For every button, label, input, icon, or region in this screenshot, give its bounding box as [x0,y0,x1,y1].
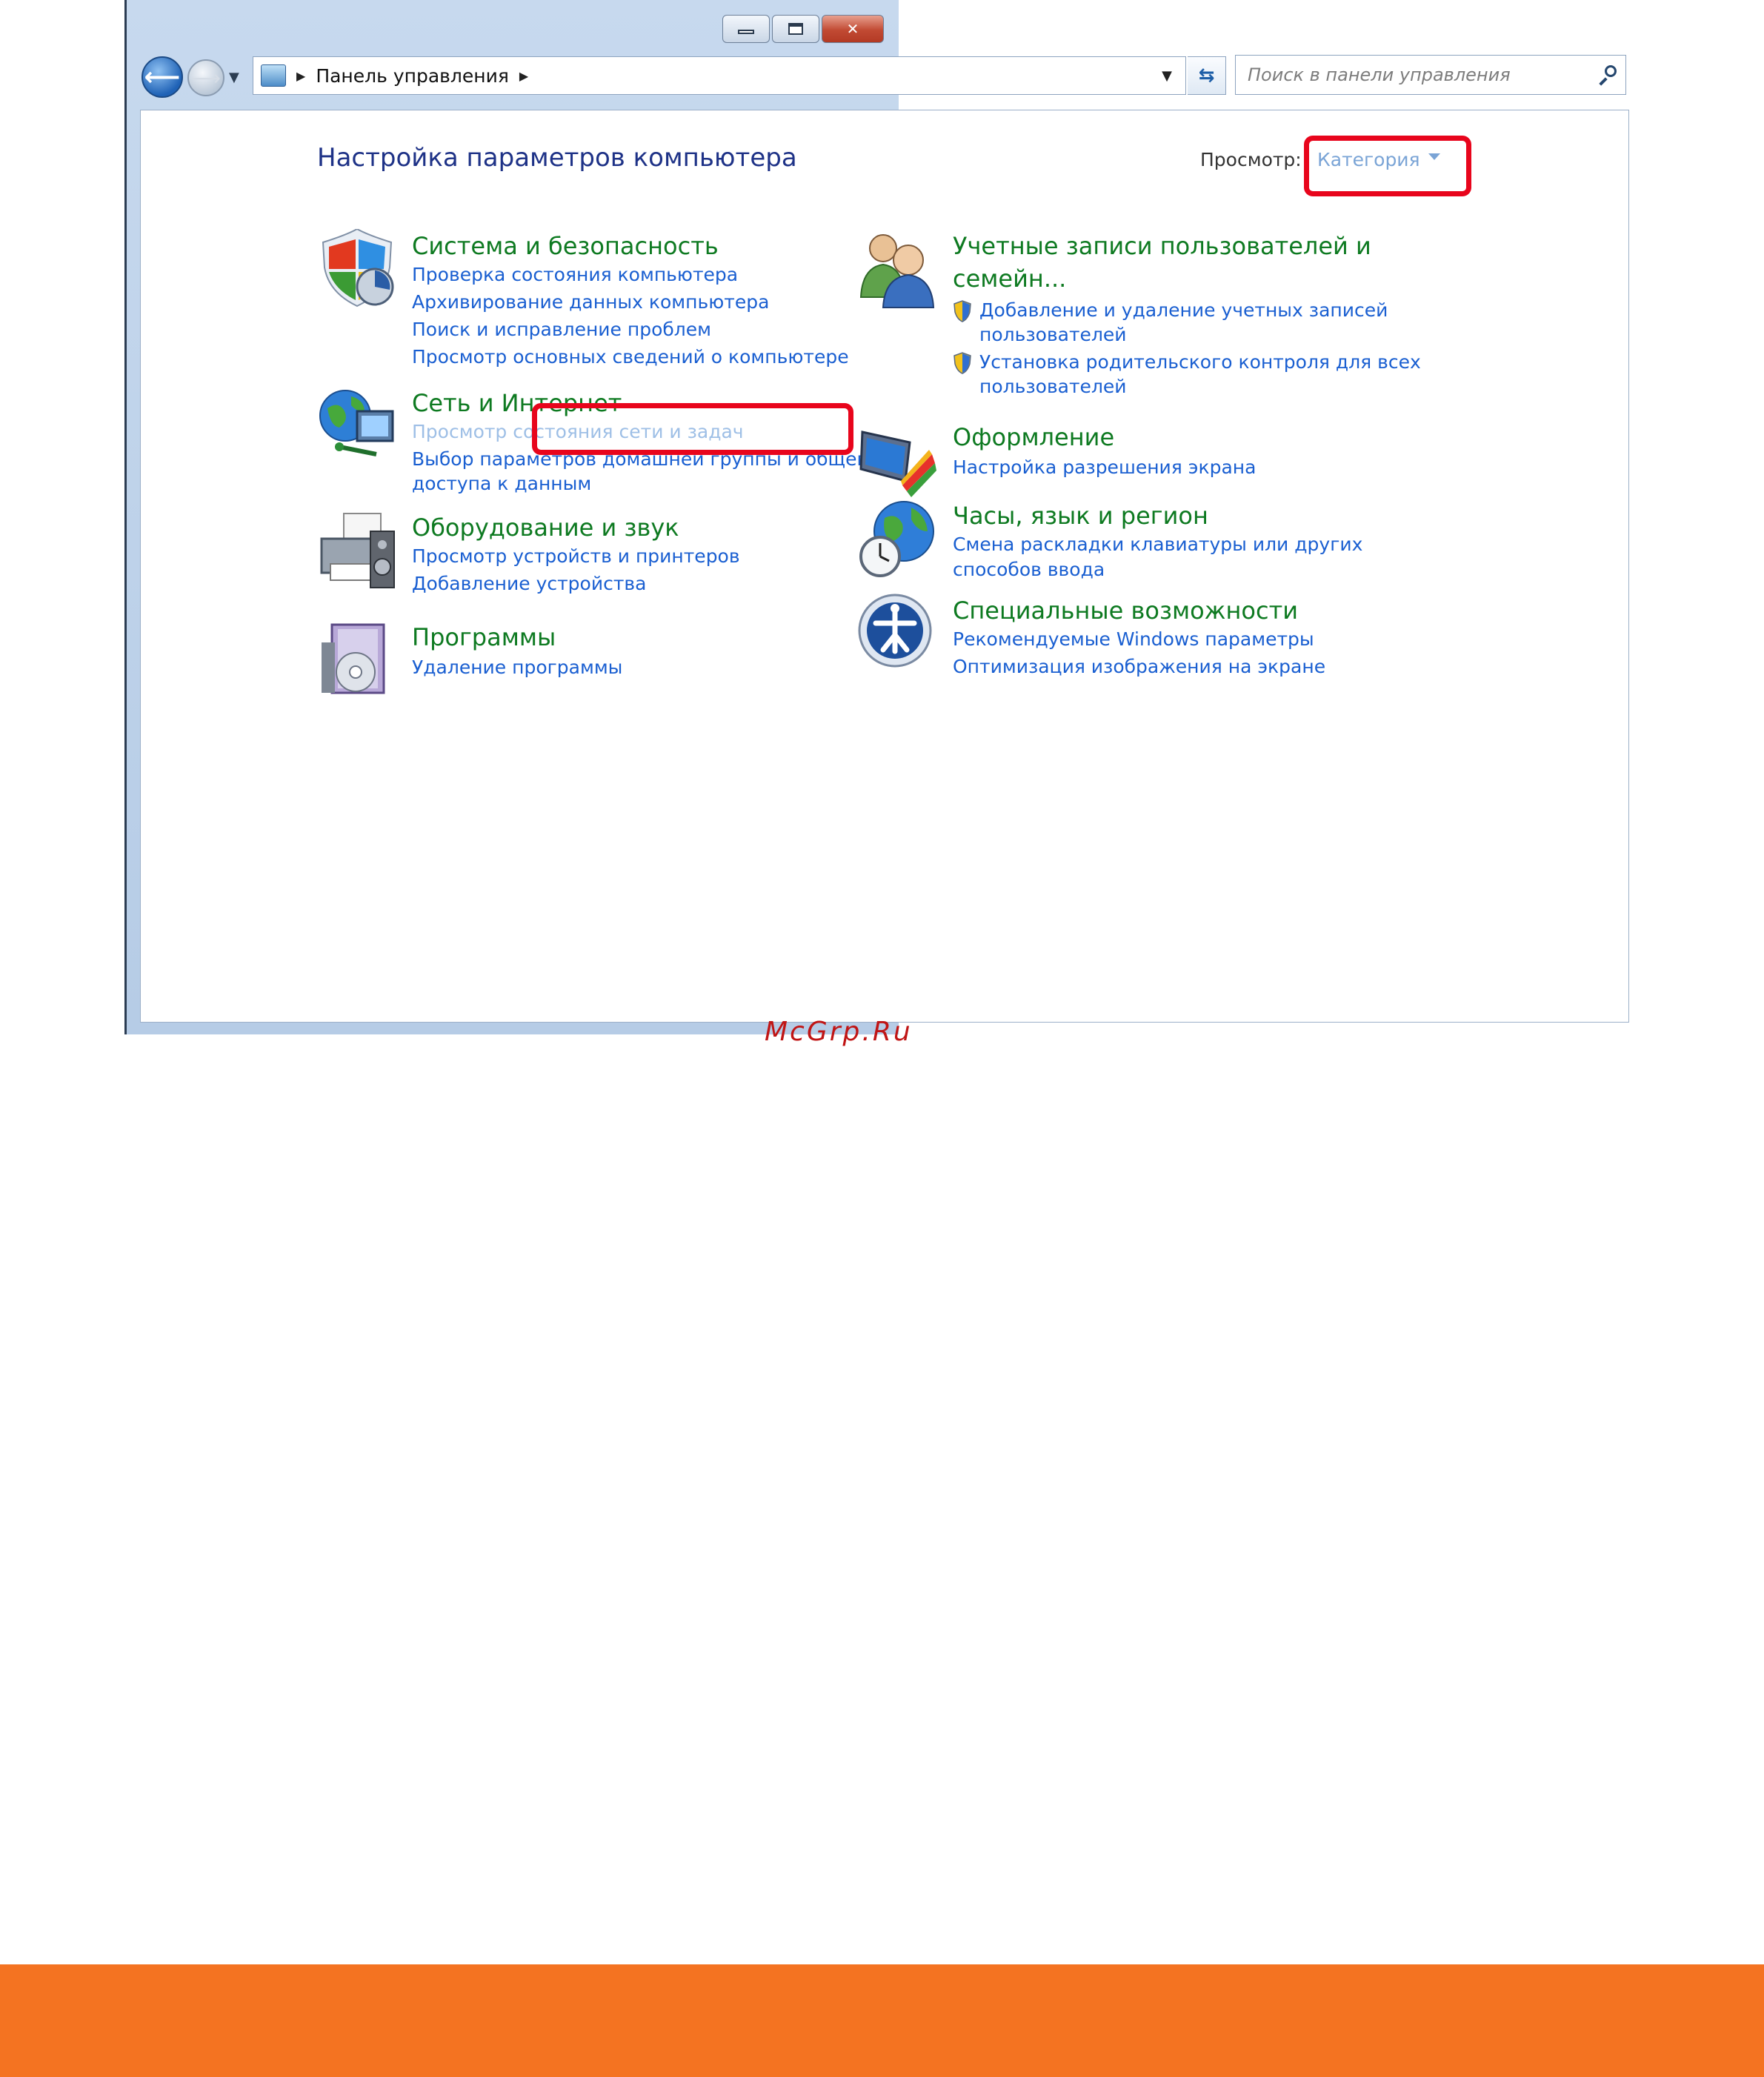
link-check-status[interactable]: Проверка состояния компьютера [412,262,738,288]
address-bar[interactable]: ▶ Панель управления ▶ ▼ [253,56,1186,95]
close-icon: ✕ [846,20,859,38]
link-add-remove-users-cont[interactable]: пользователей [979,322,1127,348]
link-troubleshoot[interactable]: Поиск и исправление проблем [412,316,711,342]
uac-shield-icon [953,300,971,322]
appearance-icon [859,431,936,497]
link-keyboard-layout-cont[interactable]: способов ввода [953,556,1105,582]
programs-icon [322,623,385,694]
link-parental-control[interactable]: Установка родительского контроля для все… [979,349,1421,375]
breadcrumb-control-panel[interactable]: Панель управления [316,65,509,87]
maximize-icon [788,23,803,35]
address-dropdown-icon[interactable]: ▼ [1162,68,1172,84]
link-keyboard-layout[interactable]: Смена раскладки клавиатуры или других [953,531,1362,557]
back-button[interactable]: ⟵ [142,56,183,98]
link-add-device[interactable]: Добавление устройства [412,571,646,596]
refresh-button[interactable]: ⇆ [1188,56,1226,95]
search-icon[interactable] [1597,65,1617,86]
breadcrumb-arrow-icon[interactable]: ▶ [519,69,528,83]
link-backup[interactable]: Архивирование данных компьютера [412,289,769,315]
minimize-icon [738,30,754,34]
back-arrow-icon: ⟵ [144,62,181,92]
minimize-button[interactable] [722,15,770,43]
link-devices-printers[interactable]: Просмотр устройств и принтеров [412,543,740,569]
search-box[interactable] [1235,55,1626,95]
control-panel-icon [261,64,286,87]
link-parental-control-cont[interactable]: пользователей [979,373,1127,399]
window-controls: ✕ [722,15,884,43]
recent-pages-dropdown[interactable]: ▼ [229,70,239,85]
breadcrumb-arrow-icon[interactable]: ▶ [296,69,305,83]
highlight-network-status [532,403,853,455]
view-label: Просмотр: [1200,149,1302,170]
printer-icon [320,513,395,588]
refresh-icon: ⇆ [1198,64,1215,87]
shield-icon [322,229,394,308]
chevron-down-icon: ▼ [229,70,239,85]
globe-network-icon [319,390,394,456]
ease-of-access-icon [858,594,932,668]
close-button[interactable]: ✕ [822,15,884,43]
category-title[interactable]: Оформление [953,420,1114,454]
category-title-cont[interactable]: семейн... [953,262,1066,296]
watermark: McGrp.Ru [765,1017,913,1047]
highlight-view-mode [1304,136,1471,196]
forward-arrow-icon: ⟶ [190,65,222,90]
page-title: Настройка параметров компьютера [317,143,797,173]
category-title[interactable]: Система и безопасность [412,229,719,263]
search-input[interactable] [1246,64,1568,86]
link-system-info[interactable]: Просмотр основных сведений о компьютере [412,344,849,370]
globe-clock-icon [859,501,934,577]
link-homegroup-cont[interactable]: доступа к данным [412,471,591,496]
category-title[interactable]: Оборудование и звук [412,511,679,545]
link-uninstall[interactable]: Удаление программы [412,654,622,680]
footer-bar [0,1964,1764,2077]
category-title[interactable]: Программы [412,620,556,654]
link-optimize-display[interactable]: Оптимизация изображения на экране [953,654,1325,679]
uac-shield-icon [953,352,971,374]
category-title[interactable]: Часы, язык и регион [953,499,1208,533]
control-panel-window: ✕ ⟵ ⟶ ▼ ▶ Панель управления ▶ ▼ ⇆ Настро… [124,0,1629,1034]
category-title[interactable]: Специальные возможности [953,594,1298,628]
link-recommended-settings[interactable]: Рекомендуемые Windows параметры [953,626,1314,652]
users-icon [859,234,935,308]
link-screen-resolution[interactable]: Настройка разрешения экрана [953,454,1256,480]
maximize-button[interactable] [772,15,819,43]
category-title[interactable]: Учетные записи пользователей и [953,229,1371,263]
main-content: Настройка параметров компьютера Просмотр… [140,110,1629,1023]
forward-button[interactable]: ⟶ [187,59,224,96]
link-add-remove-users[interactable]: Добавление и удаление учетных записей [979,297,1388,323]
